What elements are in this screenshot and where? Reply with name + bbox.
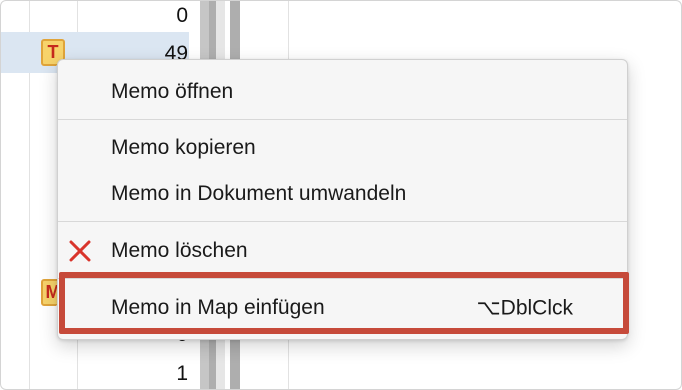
menu-separator: [58, 119, 627, 120]
menu-item-label: Memo in Map einfügen: [111, 296, 325, 319]
menu-item-shortcut: ⌥DblClck: [476, 296, 573, 320]
delete-x-icon: [69, 240, 91, 262]
menu-item-label: Memo löschen: [111, 239, 248, 262]
menu-item-copy-memo[interactable]: Memo kopieren: [58, 126, 627, 170]
menu-separator: [58, 278, 627, 279]
menu-item-insert-into-map[interactable]: Memo in Map einfügen ⌥DblClck: [58, 286, 627, 330]
menu-item-convert-to-document[interactable]: Memo in Dokument umwandeln: [58, 172, 627, 216]
context-menu: Memo öffnen Memo kopieren Memo in Dokume…: [57, 59, 628, 340]
menu-item-delete-memo[interactable]: Memo löschen: [58, 229, 627, 273]
cell-value[interactable]: 1: [128, 362, 188, 386]
menu-item-label: Memo kopieren: [111, 136, 256, 159]
menu-separator: [58, 221, 627, 222]
cell-value[interactable]: 0: [128, 4, 188, 28]
menu-item-open-memo[interactable]: Memo öffnen: [58, 70, 627, 114]
menu-item-label: Memo öffnen: [111, 80, 234, 103]
menu-item-label: Memo in Dokument umwandeln: [111, 182, 407, 205]
